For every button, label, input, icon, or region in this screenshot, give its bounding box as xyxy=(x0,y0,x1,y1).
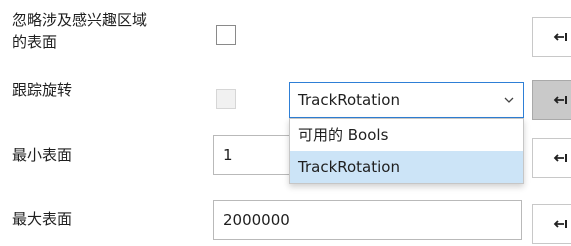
track-rotation-combobox[interactable]: TrackRotation xyxy=(289,82,524,118)
left-arrow-from-bar-icon xyxy=(553,33,567,41)
ignore-surfaces-checkbox[interactable] xyxy=(216,25,236,45)
max-surface-input[interactable]: 2000000 xyxy=(213,200,522,240)
min-surface-label: 最小表面 xyxy=(12,146,73,164)
track-rotation-checkbox[interactable] xyxy=(216,89,236,109)
max-surface-label: 最大表面 xyxy=(12,210,73,228)
max-surface-bind-button[interactable] xyxy=(532,204,571,244)
ignore-surfaces-bind-button[interactable] xyxy=(532,17,571,57)
combobox-value: TrackRotation xyxy=(298,91,400,109)
properties-panel: 忽略涉及感兴趣区域 的表面 跟踪旋转 TrackRotation 最小表面 1 … xyxy=(0,0,571,246)
dropdown-item-trackrotation[interactable]: TrackRotation xyxy=(290,151,523,183)
ignore-surfaces-label-line1: 忽略涉及感兴趣区域 xyxy=(12,11,148,29)
chevron-down-icon[interactable] xyxy=(495,97,523,103)
left-arrow-from-bar-icon xyxy=(553,96,567,104)
track-rotation-bind-button[interactable] xyxy=(532,80,571,120)
dropdown-item-available-bools[interactable]: 可用的 Bools xyxy=(290,119,523,151)
track-rotation-dropdown-list: 可用的 Bools TrackRotation xyxy=(289,118,524,184)
min-surface-bind-button[interactable] xyxy=(532,138,571,178)
left-arrow-from-bar-icon xyxy=(553,154,567,162)
left-arrow-from-bar-icon xyxy=(553,220,567,228)
track-rotation-label: 跟踪旋转 xyxy=(12,81,73,99)
ignore-surfaces-label-line2: 的表面 xyxy=(12,33,58,51)
